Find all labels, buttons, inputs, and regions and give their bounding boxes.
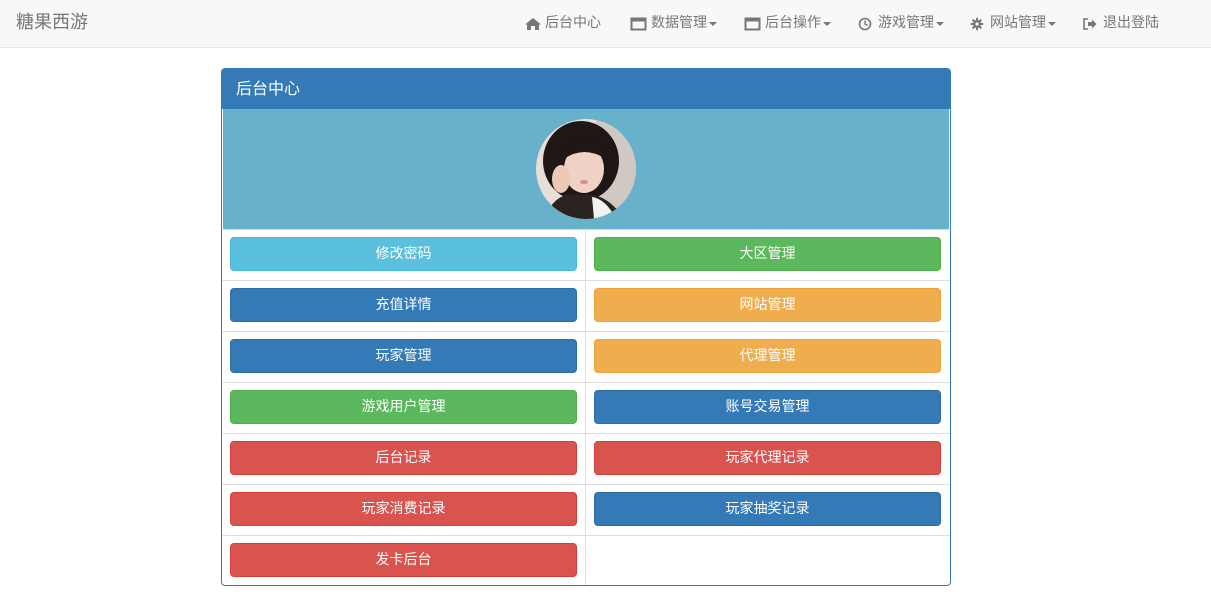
admin-panel: 后台中心 修改密码 大区管理 充值详情 网站管理 玩家管理 代理管理 游戏用户管理 账号交易管…	[221, 68, 951, 586]
nav-label: 游戏管理	[878, 15, 934, 31]
panel-button[interactable]: 账号交易管理	[594, 390, 941, 424]
grid-cell: 玩家管理	[222, 331, 586, 382]
grid-cell: 修改密码	[222, 229, 586, 280]
logout-icon	[1083, 17, 1097, 30]
panel-button[interactable]: 修改密码	[230, 237, 577, 271]
nav-label: 退出登陆	[1103, 15, 1159, 31]
nav-item-backend-operations[interactable]: 后台操作	[744, 0, 831, 47]
panel-button[interactable]: 玩家抽奖记录	[594, 492, 941, 526]
window-icon	[630, 17, 647, 30]
home-icon	[525, 17, 541, 30]
grid-cell: 大区管理	[586, 229, 950, 280]
grid-cell: 代理管理	[586, 331, 950, 382]
caret-down-icon	[709, 21, 717, 26]
panel-button[interactable]: 玩家消费记录	[230, 492, 577, 526]
grid-cell: 游戏用户管理	[222, 382, 586, 433]
grid-cell: 网站管理	[586, 280, 950, 331]
panel-button[interactable]: 大区管理	[594, 237, 941, 271]
nav-item-site-management[interactable]: 网站管理	[969, 0, 1056, 47]
nav-item-data-management[interactable]: 数据管理	[630, 0, 717, 47]
brand-title[interactable]: 糖果西游	[16, 0, 88, 47]
caret-down-icon	[823, 21, 831, 26]
panel-button[interactable]: 玩家管理	[230, 339, 577, 373]
grid-cell: 玩家代理记录	[586, 433, 950, 484]
grid-cell: 发卡后台	[222, 535, 586, 585]
panel-button[interactable]: 游戏用户管理	[230, 390, 577, 424]
grid-cell: 充值详情	[222, 280, 586, 331]
nav-item-logout[interactable]: 退出登陆	[1082, 0, 1159, 47]
grid-cell-empty	[586, 535, 950, 585]
panel-button[interactable]: 代理管理	[594, 339, 941, 373]
panel-title: 后台中心	[222, 69, 950, 109]
window-icon	[744, 17, 761, 30]
nav-item-backend-center[interactable]: 后台中心	[524, 0, 601, 47]
panel-button[interactable]: 充值详情	[230, 288, 577, 322]
gear-icon	[970, 17, 984, 30]
panel-button[interactable]: 后台记录	[230, 441, 577, 475]
top-navbar: 糖果西游 后台中心 数据管理 后台操作 游戏管理 网站管理 退出登陆	[0, 0, 1211, 48]
caret-down-icon	[1048, 21, 1056, 26]
nav-label: 后台操作	[765, 15, 821, 31]
grid-cell: 后台记录	[222, 433, 586, 484]
clock-icon	[858, 17, 872, 30]
panel-button[interactable]: 发卡后台	[230, 543, 577, 577]
nav-label: 后台中心	[545, 15, 601, 31]
avatar-banner	[223, 109, 949, 230]
caret-down-icon	[936, 21, 944, 26]
nav-item-game-management[interactable]: 游戏管理	[857, 0, 944, 47]
nav-label: 网站管理	[990, 15, 1046, 31]
grid-cell: 玩家消费记录	[222, 484, 586, 535]
nav-label: 数据管理	[651, 15, 707, 31]
panel-button[interactable]: 网站管理	[594, 288, 941, 322]
grid-cell: 账号交易管理	[586, 382, 950, 433]
grid-cell: 玩家抽奖记录	[586, 484, 950, 535]
panel-button[interactable]: 玩家代理记录	[594, 441, 941, 475]
avatar-photo	[536, 119, 636, 219]
avatar	[536, 119, 636, 219]
